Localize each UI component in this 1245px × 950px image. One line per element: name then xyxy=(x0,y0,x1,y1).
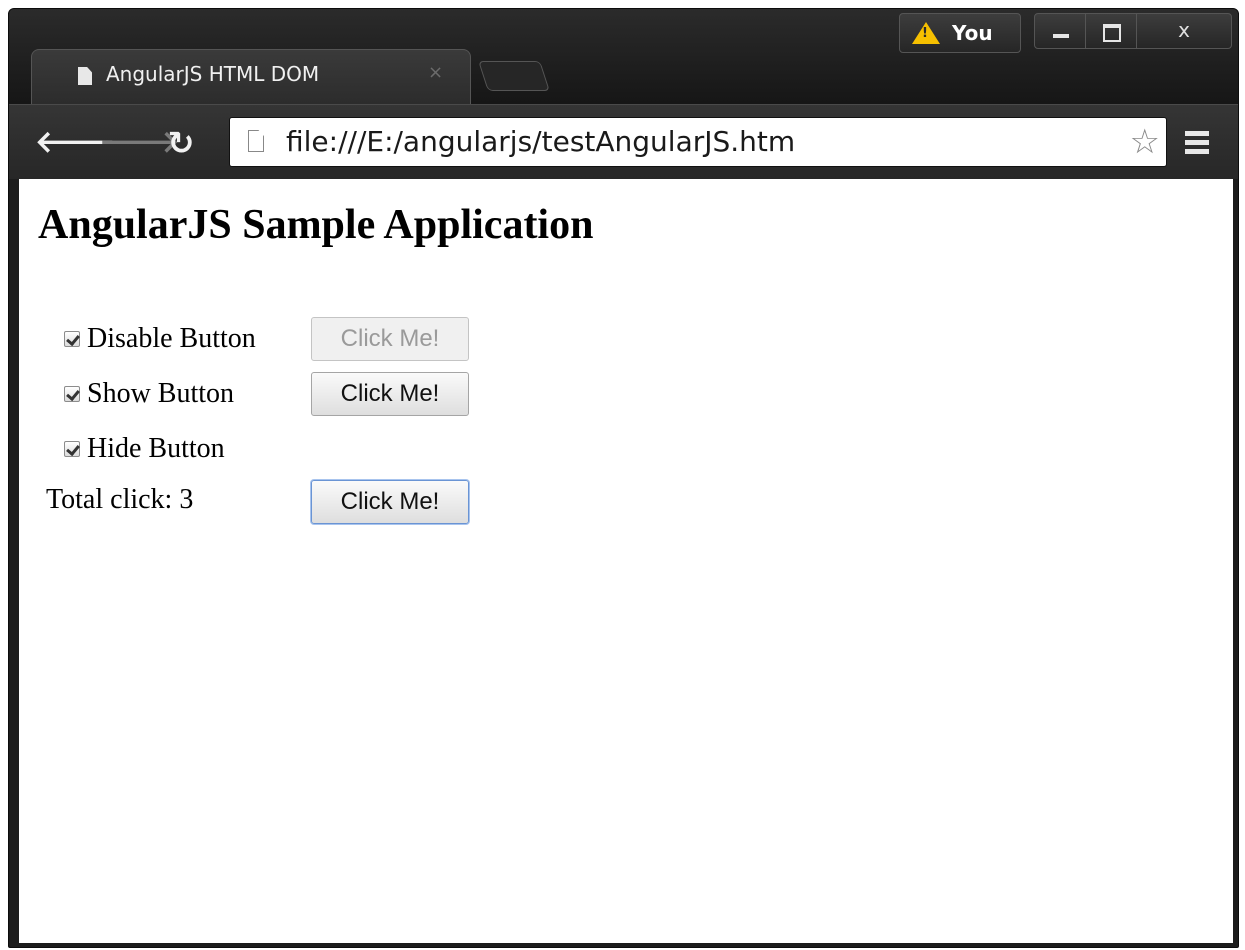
total-click-text: Total click: 3 xyxy=(46,484,194,515)
disabled-click-button[interactable]: Click Me! xyxy=(311,317,469,361)
minimize-button[interactable] xyxy=(1034,13,1086,49)
page-title: AngularJS Sample Application xyxy=(38,202,594,248)
address-bar[interactable]: file:///E:/angularjs/testAngularJS.htm ☆ xyxy=(229,117,1167,167)
profile-name: You xyxy=(952,21,993,45)
total-click-row: Total click: 3 Click Me! xyxy=(19,480,519,526)
minimize-icon xyxy=(1053,34,1069,38)
warning-mark: ! xyxy=(922,26,928,41)
browser-toolbar: 🡐 🡒 ↻ file:///E:/angularjs/testAngularJS… xyxy=(9,104,1238,179)
tab-strip: AngularJS HTML DOM × ! You x xyxy=(9,9,1238,104)
close-window-button[interactable]: x xyxy=(1136,13,1232,49)
disable-button-label: Disable Button xyxy=(87,323,256,354)
back-button[interactable]: 🡐 xyxy=(35,123,115,163)
counter-click-button[interactable]: Click Me! xyxy=(311,480,469,524)
document-icon xyxy=(78,67,92,85)
tab-close-icon[interactable]: × xyxy=(428,62,443,83)
shown-click-button[interactable]: Click Me! xyxy=(311,372,469,416)
show-button-checkbox[interactable] xyxy=(64,386,80,402)
tab-active[interactable]: AngularJS HTML DOM × xyxy=(31,49,471,104)
hide-button-label: Hide Button xyxy=(87,433,225,464)
browser-window: AngularJS HTML DOM × ! You x 🡐 🡒 ↻ file:… xyxy=(8,8,1239,948)
page-content: AngularJS Sample Application Disable But… xyxy=(19,179,1233,943)
show-button-label: Show Button xyxy=(87,378,235,409)
hide-button-row: Hide Button xyxy=(19,429,519,473)
forward-button[interactable]: 🡒 xyxy=(99,123,179,163)
close-icon: x xyxy=(1178,18,1190,42)
bookmark-star-icon[interactable]: ☆ xyxy=(1130,122,1160,162)
show-button-row: Show Button Click Me! xyxy=(19,372,519,416)
url-text[interactable]: file:///E:/angularjs/testAngularJS.htm xyxy=(286,125,795,158)
menu-bar xyxy=(1185,140,1209,145)
page-icon xyxy=(248,130,264,152)
menu-bar xyxy=(1185,131,1209,136)
maximize-button[interactable] xyxy=(1085,13,1137,49)
hide-button-checkbox[interactable] xyxy=(64,441,80,457)
menu-icon[interactable] xyxy=(1185,131,1209,155)
reload-button[interactable]: ↻ xyxy=(161,123,201,163)
disable-button-row: Disable Button Click Me! xyxy=(19,317,519,361)
new-tab-button[interactable] xyxy=(478,61,550,91)
maximize-icon xyxy=(1103,24,1121,42)
menu-bar xyxy=(1185,149,1209,154)
profile-button[interactable]: ! You xyxy=(899,13,1021,53)
tab-title: AngularJS HTML DOM xyxy=(106,62,320,86)
disable-button-checkbox[interactable] xyxy=(64,331,80,347)
